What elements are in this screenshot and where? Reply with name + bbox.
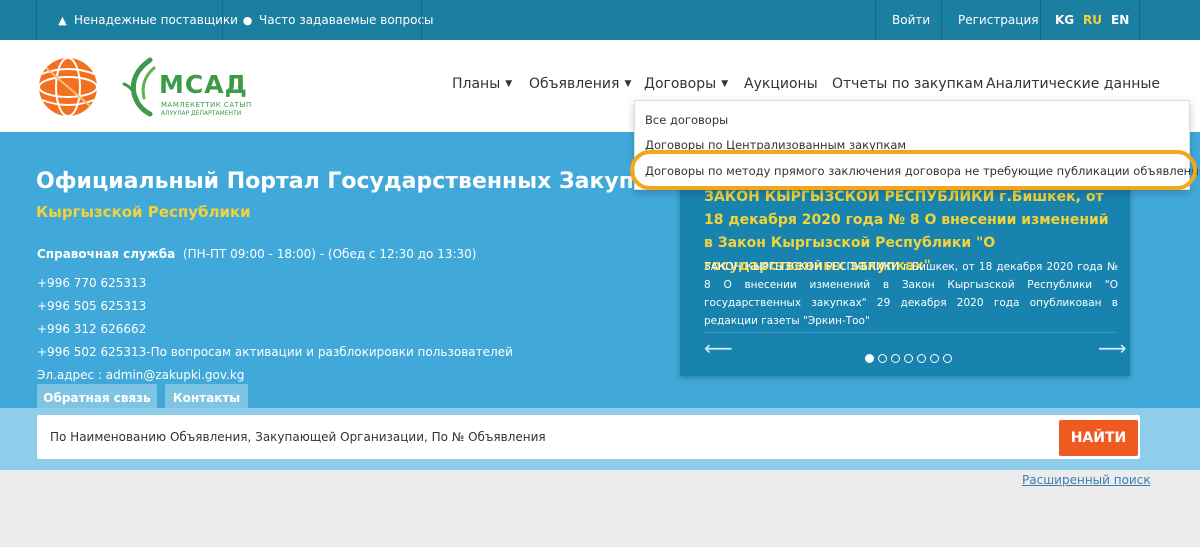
nav-procurement-reports[interactable]: Отчеты по закупкам <box>832 76 983 92</box>
hero-subtitle: Кыргызской Республики <box>36 203 251 221</box>
contact-phone: +996 505 625313 <box>37 299 147 313</box>
logo-text: МСАД <box>159 70 248 99</box>
nav-auctions[interactable]: Аукционы <box>744 76 818 92</box>
logo-subtitle: МАМЛЕКЕТТИК САТЫП <box>161 101 252 109</box>
nav-announcements[interactable]: Объявления ▼ <box>529 76 631 92</box>
nav-contracts-label: Договоры <box>644 76 717 92</box>
help-service-hours: (ПН-ПТ 09:00 - 18:00) - (Обед с 12:30 до… <box>182 247 477 261</box>
unreliable-suppliers-label: Ненадежные поставщики <box>74 13 238 27</box>
contact-email: Эл.адрес : admin@zakupki.gov.kg <box>37 368 245 382</box>
search-placeholder: По Наименованию Объявления, Закупающей О… <box>50 430 546 444</box>
caret-down-icon: ▼ <box>624 79 632 89</box>
globe-logo-icon[interactable] <box>36 56 100 118</box>
lang-kg[interactable]: KG <box>1055 0 1074 40</box>
login-link[interactable]: Войти <box>892 0 930 40</box>
hero-title: Официальный Портал Государственных Закуп… <box>36 169 646 194</box>
nav-auctions-label: Аукционы <box>744 76 818 92</box>
carousel-dot[interactable] <box>930 354 939 363</box>
contact-phone: +996 502 625313-По вопросам активации и … <box>37 345 513 359</box>
contact-phone: +996 770 625313 <box>37 276 147 290</box>
news-body: ЗАКОН КЫРГЫЗСКОЙ РЕСПУБЛИКИ г.Бишкек, от… <box>704 261 1118 327</box>
dropdown-item-all-contracts[interactable]: Все договоры <box>645 113 728 127</box>
help-service-label: Справочная служба <box>37 247 176 261</box>
carousel-dot[interactable] <box>878 354 887 363</box>
nav-announcements-label: Объявления <box>529 76 620 92</box>
register-link[interactable]: Регистрация <box>958 0 1038 40</box>
lang-ru[interactable]: RU <box>1083 0 1102 40</box>
carousel-dots <box>865 348 956 363</box>
carousel-dot[interactable] <box>917 354 926 363</box>
arrow-right-icon[interactable]: ⟶ <box>1098 338 1127 358</box>
caret-down-icon: ▼ <box>505 79 513 89</box>
highlight-annotation <box>630 150 1197 190</box>
nav-contracts[interactable]: Договоры ▼ <box>644 76 728 92</box>
carousel-dot[interactable] <box>904 354 913 363</box>
carousel-dot[interactable] <box>943 354 952 363</box>
leaf-logo-icon <box>122 57 156 117</box>
topbar-divider <box>941 0 942 40</box>
help-service: Справочная служба (ПН-ПТ 09:00 - 18:00) … <box>37 247 476 261</box>
warning-icon: ▲ <box>58 14 67 27</box>
arrow-left-icon[interactable]: ⟵ <box>704 338 733 358</box>
contact-phone: +996 312 626662 <box>37 322 147 336</box>
nav-analytics-label: Аналитические данные <box>986 76 1161 92</box>
topbar-divider <box>421 0 422 40</box>
nav-plans-label: Планы <box>452 76 501 92</box>
caret-down-icon: ▼ <box>721 79 729 89</box>
search-button[interactable]: НАЙТИ <box>1059 420 1138 456</box>
topbar-divider <box>1040 0 1041 40</box>
nav-plans[interactable]: Планы ▼ <box>452 76 512 92</box>
advanced-search-link[interactable]: Расширенный поиск <box>1022 473 1151 487</box>
news-divider <box>704 332 1116 333</box>
faq-label: Часто задаваемые вопросы <box>259 13 434 27</box>
question-circle-icon: ● <box>242 14 253 27</box>
topbar-divider <box>222 0 223 40</box>
unreliable-suppliers-link[interactable]: ▲ Ненадежные поставщики <box>56 0 238 40</box>
lang-en[interactable]: EN <box>1111 0 1129 40</box>
faq-link[interactable]: ● Часто задаваемые вопросы <box>241 0 434 40</box>
topbar-divider <box>875 0 876 40</box>
carousel-dot[interactable] <box>865 354 874 363</box>
page: ▲ Ненадежные поставщики ● Часто задаваемые… <box>0 0 1200 547</box>
logo-subtitle: АЛУУЛАР ДЕПАРТАМЕНТИ <box>161 110 242 117</box>
nav-analytics[interactable]: Аналитические данные <box>986 76 1160 92</box>
carousel-dot[interactable] <box>891 354 900 363</box>
top-bar: ▲ Ненадежные поставщики ● Часто задаваемые… <box>0 0 1200 40</box>
nav-procurement-reports-label: Отчеты по закупкам <box>832 76 984 92</box>
